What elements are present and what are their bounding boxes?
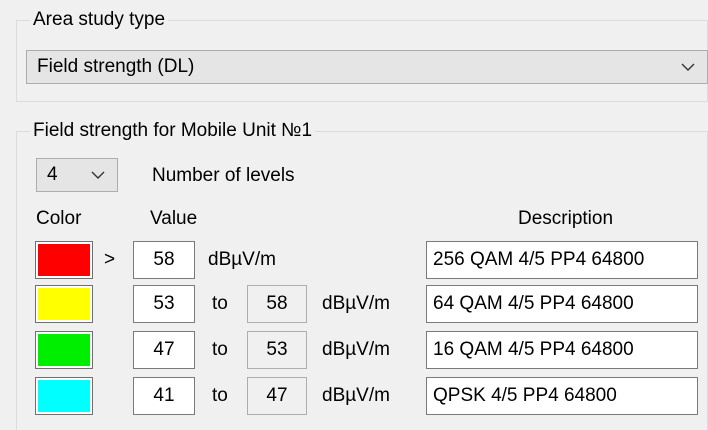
level-color-swatch[interactable] (35, 241, 93, 279)
swatch-fill (38, 380, 90, 412)
to-label: to (212, 339, 228, 360)
number-of-levels-value: 4 (47, 164, 58, 185)
color-column-header: Color (36, 208, 82, 229)
level-value-input[interactable]: 58 (133, 241, 195, 279)
level-to-readonly: 47 (247, 377, 307, 415)
level-description-input[interactable]: 64 QAM 4/5 PP4 64800 (426, 285, 698, 323)
chevron-down-icon (91, 171, 105, 179)
level-unit: dBµV/m (208, 249, 276, 270)
value-column-header: Value (150, 208, 198, 229)
level-description-input[interactable]: QPSK 4/5 PP4 64800 (426, 377, 698, 415)
level-unit: dBµV/m (322, 385, 390, 406)
level-description-input[interactable]: 256 QAM 4/5 PP4 64800 (426, 241, 698, 279)
level-from-input[interactable]: 47 (133, 331, 195, 369)
area-study-type-value: Field strength (DL) (37, 56, 195, 77)
field-strength-legend: Field strength for Mobile Unit №1 (30, 120, 316, 142)
level-color-swatch[interactable] (35, 285, 93, 323)
level-from-input[interactable]: 53 (133, 285, 195, 323)
level-color-swatch[interactable] (35, 377, 93, 415)
swatch-fill (38, 288, 90, 320)
level-description-input[interactable]: 16 QAM 4/5 PP4 64800 (426, 331, 698, 369)
level-to-readonly: 58 (247, 285, 307, 323)
number-of-levels-label: Number of levels (152, 165, 295, 186)
level-unit: dBµV/m (322, 339, 390, 360)
area-study-type-select[interactable]: Field strength (DL) (26, 50, 708, 84)
swatch-fill (38, 244, 90, 276)
chevron-down-icon (681, 63, 695, 71)
to-label: to (212, 293, 228, 314)
level-color-swatch[interactable] (35, 331, 93, 369)
level-from-input[interactable]: 41 (133, 377, 195, 415)
level-to-readonly: 53 (247, 331, 307, 369)
swatch-fill (38, 334, 90, 366)
greater-than-sign: > (104, 249, 116, 270)
to-label: to (212, 385, 228, 406)
level-unit: dBµV/m (322, 293, 390, 314)
area-study-legend: Area study type (30, 9, 169, 31)
description-column-header: Description (518, 208, 614, 229)
number-of-levels-select[interactable]: 4 (36, 158, 118, 192)
